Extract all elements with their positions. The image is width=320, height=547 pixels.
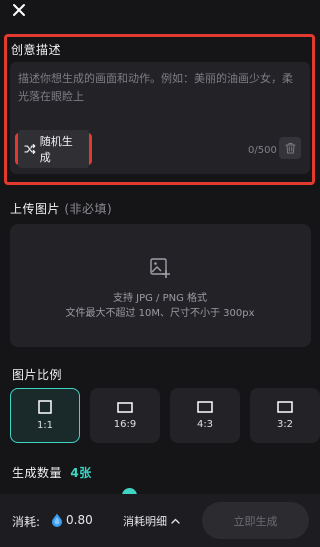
upload-title-text: 上传图片 (10, 202, 61, 216)
upload-optional-label: (非必填) (64, 202, 113, 216)
cost-detail-label: 消耗明细 (123, 515, 167, 528)
trash-icon (285, 143, 295, 154)
shuffle-icon (24, 144, 36, 154)
image-upload-area[interactable] (10, 224, 311, 347)
square-ratio-icon (38, 400, 52, 414)
ratio-label: 4:3 (196, 419, 214, 430)
ratio-title: 图片比例 (12, 368, 63, 382)
close-icon (13, 4, 25, 16)
count-title-text: 生成数量 (12, 466, 63, 480)
gem-icon (51, 512, 63, 531)
clear-text-button[interactable] (279, 137, 301, 159)
ratio-option-1-1[interactable]: 1:1 (10, 388, 80, 443)
widescreen-ratio-icon (117, 401, 133, 413)
close-button[interactable] (6, 0, 32, 20)
ratio-option-16-9[interactable]: 16:9 (90, 388, 160, 443)
count-title: 生成数量 4张 (12, 464, 92, 481)
ratio-label: 3:2 (276, 419, 294, 430)
cost-value: 0.80 (66, 513, 93, 527)
add-image-icon (149, 257, 171, 283)
ratio-option-4-3[interactable]: 4:3 (170, 388, 240, 443)
description-placeholder: 描述你想生成的画面和动作。例如：美丽的油画少女，柔光落在眼睑上 (18, 72, 293, 103)
cost-label: 消耗: (12, 515, 41, 529)
cost-detail-toggle[interactable]: 消耗明细 (123, 513, 180, 529)
upload-format-hint: 支持 JPG / PNG 格式 (112, 293, 208, 304)
char-count: 0/500 (248, 145, 277, 156)
random-generate-inner: 随机生成 (18, 130, 89, 168)
count-value: 4张 (70, 466, 92, 480)
standard-ratio-icon (197, 401, 213, 413)
ratio-label: 1:1 (36, 420, 54, 431)
creative-title: 创意描述 (11, 43, 62, 57)
chevron-up-icon (171, 518, 180, 524)
generate-now-button[interactable]: 立即生成 (202, 502, 309, 539)
upload-size-hint: 文件最大不超过 10M、尺寸不小于 300px (65, 308, 255, 319)
upload-title: 上传图片 (非必填) (10, 200, 112, 217)
ratio-label: 16:9 (113, 418, 137, 430)
random-generate-label: 随机生成 (39, 135, 73, 164)
photo-ratio-icon (277, 401, 293, 413)
random-generate-button[interactable]: 随机生成 (15, 130, 92, 168)
ratio-option-3-2[interactable]: 3:2 (250, 388, 320, 443)
